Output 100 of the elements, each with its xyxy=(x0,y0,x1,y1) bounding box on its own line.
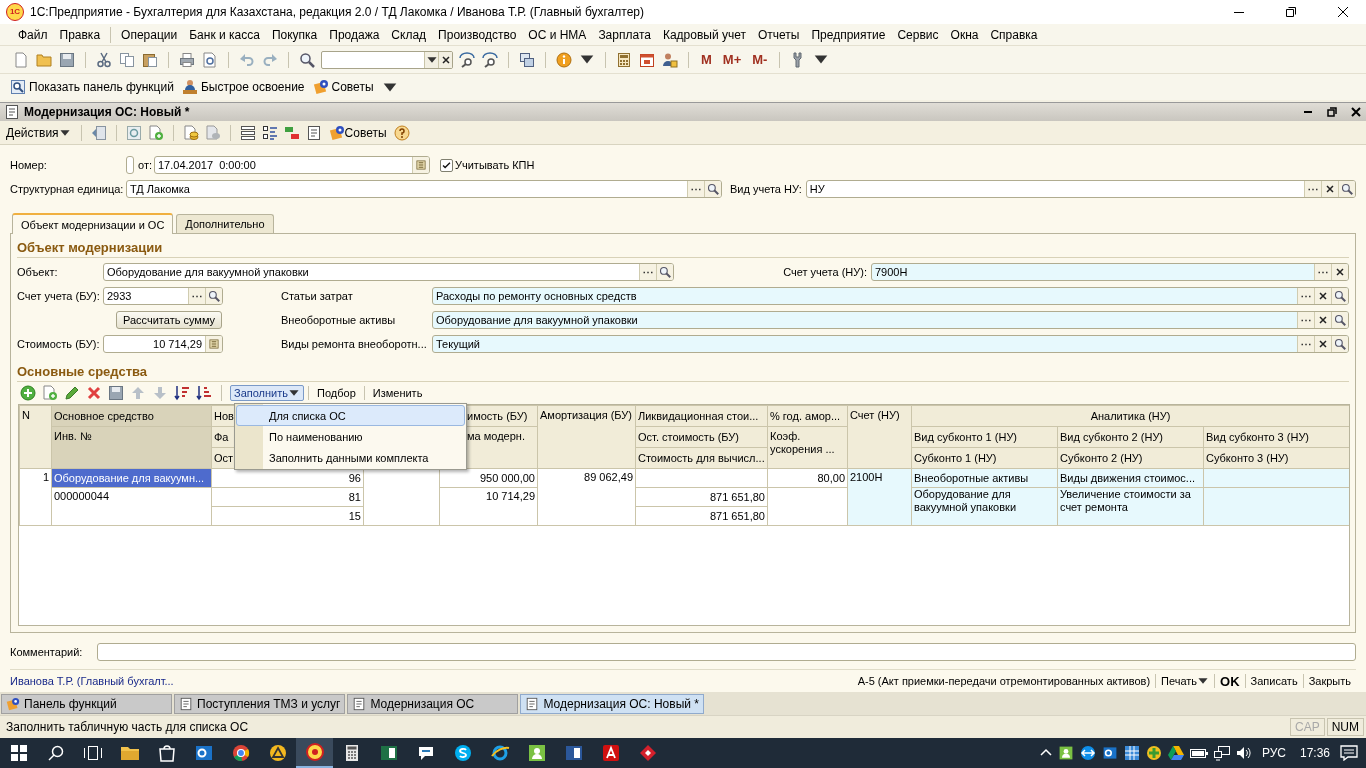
page-plus-button[interactable] xyxy=(41,384,59,402)
menu-item[interactable]: Файл xyxy=(12,25,54,44)
clock[interactable]: 17:36 xyxy=(1295,746,1334,760)
caret-icon[interactable] xyxy=(381,81,398,93)
ok-button[interactable]: OK xyxy=(1215,673,1245,689)
menu-item[interactable]: Предприятие xyxy=(805,25,892,44)
help-button[interactable] xyxy=(392,123,411,142)
battery-icon[interactable] xyxy=(1189,747,1208,759)
plus-icon[interactable] xyxy=(1145,745,1162,761)
clear-button[interactable] xyxy=(1331,264,1348,280)
menu-item[interactable]: Правка xyxy=(53,25,107,44)
network-icon[interactable] xyxy=(1213,745,1230,761)
change-button[interactable]: Изменить xyxy=(368,385,427,401)
close-button[interactable]: Закрыть xyxy=(1303,675,1356,687)
clear-button[interactable] xyxy=(1314,336,1331,352)
calculate-button[interactable]: Рассчитать сумму xyxy=(116,311,223,329)
preview-button[interactable] xyxy=(201,50,219,69)
taskbar-app[interactable] xyxy=(296,738,333,768)
menu-item[interactable]: Для списка ОС xyxy=(236,405,465,426)
memory-button[interactable]: M+ xyxy=(719,52,745,67)
dropdown-button[interactable] xyxy=(424,51,438,68)
menu-item[interactable]: ОС и НМА xyxy=(522,25,593,44)
add-button[interactable] xyxy=(19,384,37,402)
caret-button[interactable] xyxy=(578,53,596,66)
search-button[interactable] xyxy=(656,264,673,280)
save-button[interactable]: Записать xyxy=(1245,675,1303,687)
window-tab[interactable]: Панель функций xyxy=(1,693,172,714)
menu-item[interactable]: Зарплата xyxy=(592,25,657,44)
scissors-button[interactable] xyxy=(95,50,113,69)
number-field[interactable] xyxy=(126,156,134,174)
clear-button[interactable] xyxy=(1314,312,1331,328)
search-button[interactable] xyxy=(205,288,222,304)
clear-button[interactable] xyxy=(1314,288,1331,304)
checklist-button[interactable] xyxy=(260,123,279,142)
calendar-button[interactable] xyxy=(412,157,429,173)
floppy-button[interactable] xyxy=(107,384,125,402)
calculator-button[interactable] xyxy=(205,336,222,352)
sort-button[interactable] xyxy=(173,384,191,402)
unit-field[interactable]: ТД Лакомка xyxy=(126,180,722,198)
memory-button[interactable]: M xyxy=(698,52,715,67)
checkbox[interactable]: Учитывать КПН xyxy=(440,158,535,172)
list-button[interactable] xyxy=(238,123,257,142)
menu-item[interactable]: Производство xyxy=(432,25,523,44)
mail-icon[interactable] xyxy=(1101,745,1118,761)
page-plus-button[interactable] xyxy=(146,123,165,142)
toolbar-button[interactable]: Советы xyxy=(312,79,374,95)
person-icon[interactable] xyxy=(1057,745,1074,761)
menu-item[interactable]: Окна xyxy=(944,25,985,44)
menu-item[interactable]: Справка xyxy=(984,25,1044,44)
info-button[interactable] xyxy=(555,50,573,69)
tips-button[interactable]: Советы xyxy=(326,123,389,142)
grid-icon[interactable] xyxy=(1123,745,1140,761)
window-tab[interactable]: Модернизация ОС: Новый * xyxy=(520,693,704,714)
remote-icon[interactable] xyxy=(1079,745,1096,761)
menu-item[interactable]: Отчеты xyxy=(752,25,806,44)
account-field[interactable]: 2933 xyxy=(103,287,223,305)
search-button[interactable] xyxy=(1331,288,1348,304)
print-form-link[interactable]: А-5 (Акт приемки-передачи отремонтированных активов) xyxy=(852,675,1156,687)
search-arrow-button[interactable] xyxy=(458,50,476,69)
comment-field[interactable] xyxy=(97,643,1356,661)
memory-button[interactable]: M- xyxy=(749,52,771,67)
print-button[interactable]: Печать xyxy=(1156,675,1215,687)
language-indicator[interactable]: РУС xyxy=(1257,746,1290,760)
sort-button[interactable] xyxy=(195,384,213,402)
delete-button[interactable] xyxy=(85,384,103,402)
drive-icon[interactable] xyxy=(1167,745,1184,761)
expense-field[interactable]: Расходы по ремонту основных средств xyxy=(432,287,1349,305)
toolbar-button[interactable]: Быстрое освоение xyxy=(181,79,305,95)
menu-item[interactable]: Банк и касса xyxy=(183,25,266,44)
search-button[interactable] xyxy=(1331,312,1348,328)
menu-item[interactable]: Продажа xyxy=(323,25,386,44)
object-field[interactable]: Оборудование для вакуумной упаковки xyxy=(103,263,674,281)
search-field[interactable] xyxy=(321,50,453,69)
tax-view-field[interactable]: НУ xyxy=(805,180,1356,198)
refresh-button[interactable] xyxy=(124,123,143,142)
date-field[interactable]: 17.04.2017 0:00:00 xyxy=(154,156,430,174)
assets-field[interactable]: Оборудование для вакуумной упаковки xyxy=(432,311,1349,329)
author-link[interactable]: Иванова Т.Р. (Главный бухгалт... xyxy=(10,675,174,687)
windows-button[interactable] xyxy=(518,50,536,69)
tab[interactable]: Объект модернизации и ОС xyxy=(12,213,174,234)
search-button[interactable] xyxy=(1338,181,1355,197)
search-button[interactable] xyxy=(1331,336,1348,352)
pick-button[interactable]: Подбор xyxy=(313,385,360,401)
repair-type-field[interactable]: Текущий xyxy=(432,335,1349,353)
toolbar-button[interactable]: Показать панель функций xyxy=(10,79,174,95)
clear-button[interactable] xyxy=(1321,181,1338,197)
menu-item[interactable]: Сервис xyxy=(891,25,945,44)
menu-item[interactable]: Покупка xyxy=(265,25,324,44)
tab[interactable]: Дополнительно xyxy=(176,214,274,233)
search-button[interactable] xyxy=(298,50,316,69)
window-tab[interactable]: Поступления ТМЗ и услуг xyxy=(174,693,346,714)
menu-item[interactable]: Операции xyxy=(115,25,184,44)
notification-icon[interactable] xyxy=(1340,745,1358,761)
search-button[interactable] xyxy=(704,181,721,197)
printer-button[interactable] xyxy=(178,50,196,69)
floppy-button[interactable] xyxy=(58,50,76,69)
menu-item[interactable]: Кадровый учет xyxy=(656,25,752,44)
actions-button[interactable]: Действия xyxy=(4,124,73,141)
window-tab[interactable]: Модернизация ОС xyxy=(347,693,519,714)
clear-button[interactable] xyxy=(438,51,452,68)
